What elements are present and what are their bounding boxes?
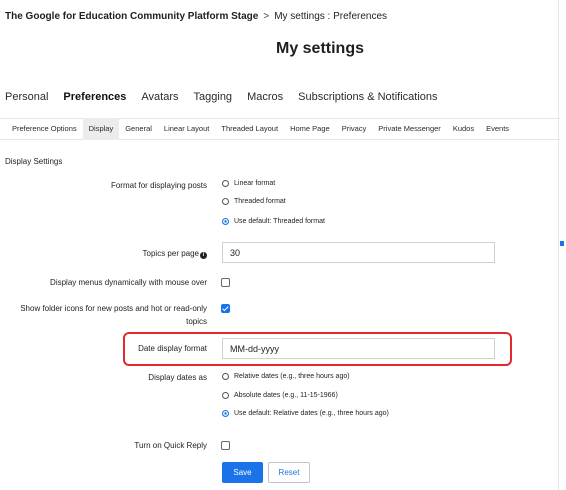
format-label: Format for displaying posts bbox=[110, 181, 207, 190]
subtab-preference-options[interactable]: Preference Options bbox=[0, 118, 83, 140]
page-divider bbox=[558, 0, 559, 490]
breadcrumb-current: My settings : Preferences bbox=[274, 11, 388, 22]
topics-per-page-input[interactable] bbox=[222, 242, 495, 263]
dates-option-default-label: Use default: Relative dates (e.g., three… bbox=[234, 410, 389, 417]
breadcrumb: The Google for Education Community Platf… bbox=[5, 11, 387, 22]
display-dates-label: Display dates as bbox=[148, 373, 207, 382]
info-icon[interactable]: i bbox=[200, 252, 207, 259]
section-title: Display Settings bbox=[5, 157, 63, 166]
breadcrumb-root-link[interactable]: The Google for Education Community Platf… bbox=[5, 11, 258, 22]
folder-icons-checkbox[interactable] bbox=[221, 304, 230, 313]
date-format-label: Date display format bbox=[138, 344, 207, 353]
subtab-private-messenger[interactable]: Private Messenger bbox=[372, 118, 447, 140]
page-title: My settings bbox=[0, 40, 566, 58]
quick-reply-label: Turn on Quick Reply bbox=[134, 441, 207, 450]
tab-preferences[interactable]: Preferences bbox=[63, 91, 126, 107]
radio-default-threaded[interactable] bbox=[222, 218, 229, 225]
tab-personal[interactable]: Personal bbox=[5, 91, 48, 107]
quick-reply-checkbox[interactable] bbox=[221, 441, 230, 450]
radio-absolute-dates[interactable] bbox=[222, 392, 229, 399]
format-option-threaded-label: Threaded format bbox=[234, 198, 286, 205]
tab-avatars[interactable]: Avatars bbox=[141, 91, 178, 107]
radio-default-relative[interactable] bbox=[222, 410, 229, 417]
subtab-privacy[interactable]: Privacy bbox=[336, 118, 373, 140]
folder-icons-label: Show folder icons for new posts and hot … bbox=[20, 304, 207, 326]
page-title-text: My settings bbox=[275, 40, 364, 57]
dates-option-default[interactable]: Use default: Relative dates (e.g., three… bbox=[222, 410, 389, 417]
scrollbar-thumb[interactable] bbox=[560, 241, 564, 246]
subtab-general[interactable]: General bbox=[119, 118, 158, 140]
dates-option-absolute-label: Absolute dates (e.g., 11-15-1966) bbox=[234, 392, 338, 399]
radio-linear[interactable] bbox=[222, 180, 229, 187]
sub-tabs: Preference Options Display General Linea… bbox=[0, 118, 560, 140]
reset-button[interactable]: Reset bbox=[268, 462, 310, 483]
subtab-threaded-layout[interactable]: Threaded Layout bbox=[215, 118, 284, 140]
dates-option-relative-label: Relative dates (e.g., three hours ago) bbox=[234, 373, 350, 380]
tab-macros[interactable]: Macros bbox=[247, 91, 283, 107]
format-option-threaded[interactable]: Threaded format bbox=[222, 198, 286, 205]
subtab-linear-layout[interactable]: Linear Layout bbox=[158, 118, 215, 140]
menus-dynamic-label: Display menus dynamically with mouse ove… bbox=[50, 278, 207, 287]
format-option-default[interactable]: Use default: Threaded format bbox=[222, 218, 325, 225]
save-button[interactable]: Save bbox=[222, 462, 263, 483]
radio-relative-dates[interactable] bbox=[222, 373, 229, 380]
breadcrumb-separator-icon: > bbox=[263, 11, 270, 22]
format-option-default-label: Use default: Threaded format bbox=[234, 218, 325, 225]
date-format-input[interactable] bbox=[222, 338, 495, 359]
topics-per-page-label: Topics per page i bbox=[20, 247, 207, 260]
topics-per-page-label-text: Topics per page bbox=[142, 249, 199, 258]
tab-subscriptions-notifications[interactable]: Subscriptions & Notifications bbox=[298, 91, 437, 107]
subtab-events[interactable]: Events bbox=[480, 118, 515, 140]
dates-option-absolute[interactable]: Absolute dates (e.g., 11-15-1966) bbox=[222, 392, 338, 399]
top-tabs: Personal Preferences Avatars Tagging Mac… bbox=[5, 91, 453, 107]
subtab-kudos[interactable]: Kudos bbox=[447, 118, 480, 140]
menus-dynamic-checkbox[interactable] bbox=[221, 278, 230, 287]
subtab-display[interactable]: Display bbox=[82, 118, 120, 140]
tab-tagging[interactable]: Tagging bbox=[194, 91, 233, 107]
format-option-linear-label: Linear format bbox=[234, 180, 276, 187]
subtab-home-page[interactable]: Home Page bbox=[284, 118, 336, 140]
format-option-linear[interactable]: Linear format bbox=[222, 180, 275, 187]
radio-threaded[interactable] bbox=[222, 198, 229, 205]
dates-option-relative[interactable]: Relative dates (e.g., three hours ago) bbox=[222, 373, 350, 380]
